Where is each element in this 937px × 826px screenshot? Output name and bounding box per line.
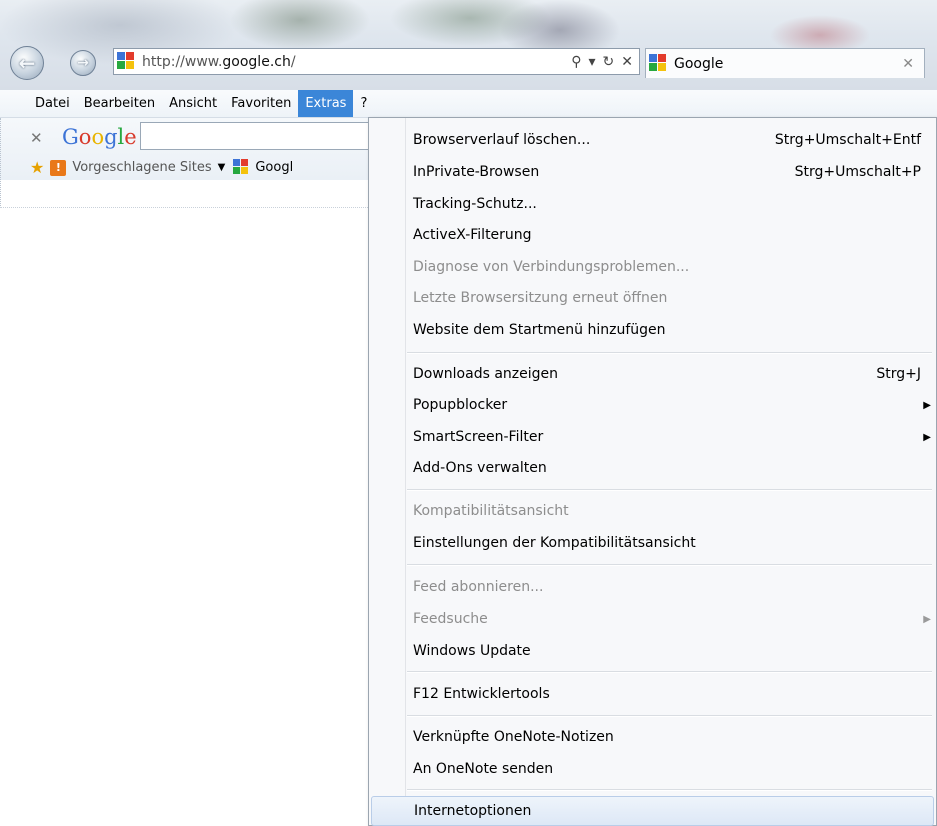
browser-chrome: ← → http://www.google.ch/ ⚲ ▾ ↻ ✕ Google… — [0, 0, 937, 90]
menu-item-popup-blocker[interactable]: Popupblocker ▶ — [371, 390, 934, 420]
close-toolbar-icon[interactable]: ✕ — [30, 129, 43, 147]
url-suffix: / — [290, 53, 296, 70]
tab-google[interactable]: Google ✕ — [645, 48, 925, 78]
address-url[interactable]: http://www.google.ch/ — [142, 54, 571, 70]
menu-item-shortcut: Strg+Umschalt+Entf — [774, 132, 921, 148]
menu-item-label: Add-Ons verwalten — [413, 460, 547, 476]
google-favicon-icon — [117, 52, 136, 71]
menu-item-manage-addons[interactable]: Add-Ons verwalten — [371, 453, 934, 483]
suggested-sites-icon: ! — [50, 159, 67, 176]
menu-item-label: Windows Update — [413, 643, 531, 659]
menu-item-diagnose: Diagnose von Verbindungsproblemen... — [371, 252, 934, 282]
menu-item-activex-filtering[interactable]: ActiveX-Filterung — [371, 220, 934, 250]
google-toolbar: ✕ Google ★ ! Vorgeschlagene Sites ▼ Goog… — [0, 118, 370, 180]
menu-item-label: Popupblocker — [413, 397, 508, 413]
menu-item-shortcut: Strg+Umschalt+P — [794, 164, 921, 180]
suggested-sites-link[interactable]: Vorgeschlagene Sites — [72, 160, 211, 175]
menu-item-inprivate[interactable]: InPrivate-Browsen Strg+Umschalt+P — [371, 157, 934, 187]
address-bar[interactable]: http://www.google.ch/ ⚲ ▾ ↻ ✕ — [113, 48, 640, 75]
menu-favoriten[interactable]: Favoriten — [224, 90, 298, 117]
toolbar-divider — [0, 207, 370, 208]
search-icon[interactable]: ⚲ — [571, 54, 581, 70]
favorites-star-icon[interactable]: ★ — [30, 158, 44, 177]
url-host: google.ch — [222, 53, 291, 70]
favorites-bar: ★ ! Vorgeschlagene Sites ▼ Googl — [30, 158, 293, 177]
menu-bar: Datei Bearbeiten Ansicht Favoriten Extra… — [0, 90, 937, 118]
menu-item-label: Letzte Browsersitzung erneut öffnen — [413, 290, 668, 306]
menu-separator — [407, 715, 932, 717]
menu-item-label: Einstellungen der Kompatibilitätsansicht — [413, 535, 696, 551]
google-logo: Google — [62, 125, 137, 149]
submenu-arrow-icon: ▶ — [923, 431, 931, 443]
menu-item-windows-update[interactable]: Windows Update — [371, 636, 934, 666]
chevron-down-icon[interactable]: ▼ — [218, 162, 226, 173]
google-favicon-icon — [649, 54, 668, 73]
menu-item-clear-history[interactable]: Browserverlauf löschen... Strg+Umschalt+… — [371, 125, 934, 155]
forward-arrow-icon: → — [77, 55, 89, 71]
menu-separator — [407, 489, 932, 491]
extras-dropdown-menu: Browserverlauf löschen... Strg+Umschalt+… — [368, 117, 937, 826]
menu-item-label: F12 Entwicklertools — [413, 686, 550, 702]
menu-item-label: Internetoptionen — [414, 803, 532, 819]
menu-item-label: Feedsuche — [413, 611, 488, 627]
menu-datei[interactable]: Datei — [28, 90, 77, 117]
menu-item-smartscreen[interactable]: SmartScreen-Filter ▶ — [371, 422, 934, 452]
menu-item-label: Tracking-Schutz... — [413, 196, 537, 212]
menu-item-label: Browserverlauf löschen... — [413, 132, 591, 148]
menu-item-label: SmartScreen-Filter — [413, 429, 544, 445]
menu-item-compat-settings[interactable]: Einstellungen der Kompatibilitätsansicht — [371, 528, 934, 558]
menu-item-f12-tools[interactable]: F12 Entwicklertools — [371, 679, 934, 709]
close-tab-icon[interactable]: ✕ — [902, 56, 914, 72]
menu-item-internet-options[interactable]: Internetoptionen — [371, 796, 934, 826]
google-favorite-link[interactable]: Googl — [255, 160, 293, 175]
menu-item-downloads[interactable]: Downloads anzeigen Strg+J — [371, 359, 934, 389]
menu-item-tracking-protection[interactable]: Tracking-Schutz... — [371, 189, 934, 219]
menu-bearbeiten[interactable]: Bearbeiten — [77, 90, 162, 117]
refresh-icon[interactable]: ↻ — [603, 54, 615, 70]
toolbar-left-edge — [0, 118, 7, 208]
menu-item-label: Kompatibilitätsansicht — [413, 503, 569, 519]
stop-icon[interactable]: ✕ — [621, 54, 633, 70]
menu-separator — [407, 564, 932, 566]
menu-item-label: InPrivate-Browsen — [413, 164, 540, 180]
menu-item-feed-search: Feedsuche ▶ — [371, 604, 934, 634]
back-arrow-icon: ← — [18, 51, 36, 75]
google-favicon-icon — [233, 159, 250, 176]
forward-button[interactable]: → — [70, 50, 96, 76]
menu-separator — [407, 352, 932, 354]
menu-item-label: Feed abonnieren... — [413, 579, 544, 595]
menu-item-label: Website dem Startmenü hinzufügen — [413, 322, 666, 338]
menu-help[interactable]: ? — [353, 90, 374, 117]
menu-separator — [407, 789, 932, 791]
menu-item-send-onenote[interactable]: An OneNote senden — [371, 754, 934, 784]
back-button[interactable]: ← — [10, 46, 44, 80]
menu-extras[interactable]: Extras — [298, 90, 354, 117]
submenu-arrow-icon: ▶ — [923, 613, 931, 625]
menu-item-add-to-start[interactable]: Website dem Startmenü hinzufügen — [371, 315, 934, 345]
menu-item-compat-view: Kompatibilitätsansicht — [371, 496, 934, 526]
menu-item-reopen-session: Letzte Browsersitzung erneut öffnen — [371, 283, 934, 313]
dropdown-arrow-icon[interactable]: ▾ — [589, 54, 596, 70]
menu-separator — [407, 671, 932, 673]
menu-item-shortcut: Strg+J — [876, 366, 921, 382]
menu-item-label: ActiveX-Filterung — [413, 227, 532, 243]
menu-item-label: Downloads anzeigen — [413, 366, 559, 382]
submenu-arrow-icon: ▶ — [923, 399, 931, 411]
menu-ansicht[interactable]: Ansicht — [162, 90, 224, 117]
tab-title: Google — [674, 55, 724, 72]
menu-item-label: Diagnose von Verbindungsproblemen... — [413, 259, 690, 275]
menu-item-onenote-linked[interactable]: Verknüpfte OneNote-Notizen — [371, 722, 934, 752]
menu-item-subscribe-feed: Feed abonnieren... — [371, 572, 934, 602]
menu-item-label: An OneNote senden — [413, 761, 554, 777]
menu-item-label: Verknüpfte OneNote-Notizen — [413, 729, 614, 745]
url-prefix: http://www. — [142, 53, 223, 70]
google-search-input[interactable] — [140, 122, 370, 150]
